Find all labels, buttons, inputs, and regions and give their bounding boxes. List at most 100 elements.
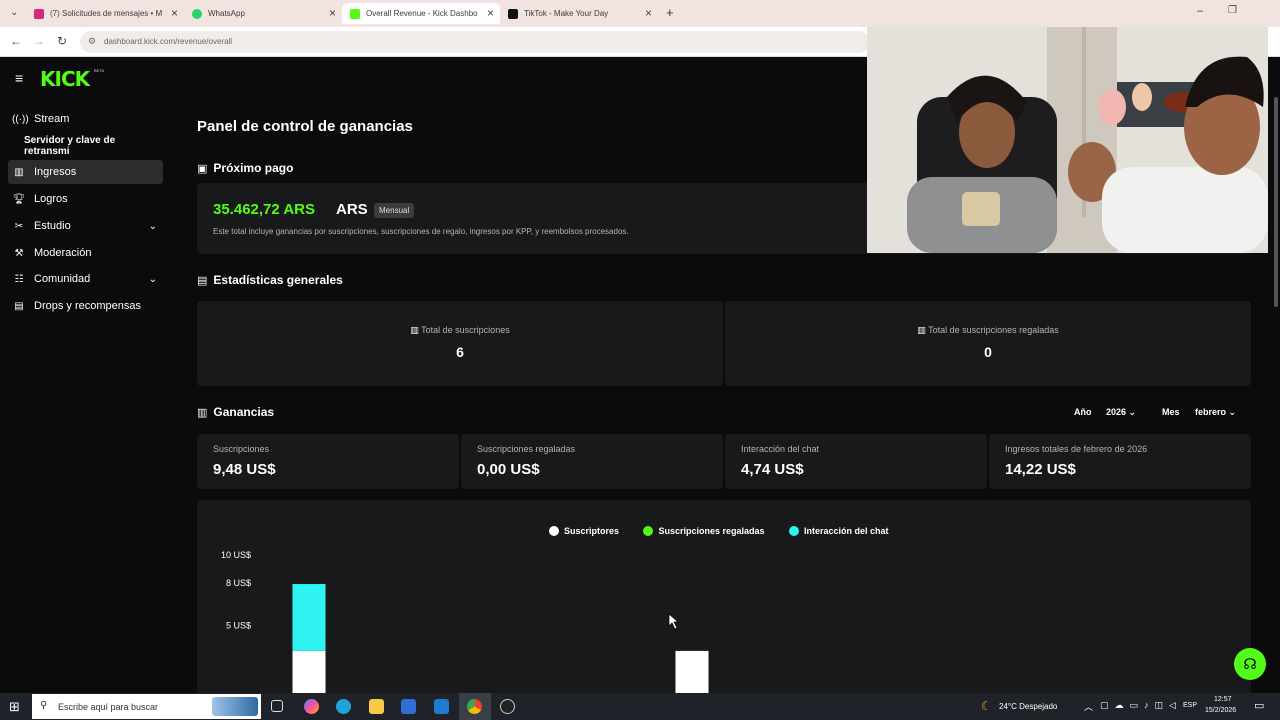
close-tab-icon[interactable]: × xyxy=(645,6,652,20)
close-tab-icon[interactable]: × xyxy=(329,6,336,20)
hammer-icon: ⚒ xyxy=(14,247,24,259)
clock-time[interactable]: 12:57 xyxy=(1214,696,1232,703)
chrome-icon[interactable] xyxy=(467,699,482,714)
gifted-subs-card: ▥ Total de suscripciones regaladas 0 xyxy=(725,301,1251,386)
window-restore-button[interactable]: ❐ xyxy=(1228,5,1237,16)
language-indicator[interactable]: ESP xyxy=(1183,702,1197,709)
kpi-chat-card: Interacción del chat 4,74 US$ xyxy=(725,434,987,489)
chevron-down-icon: ⌄ xyxy=(148,273,157,285)
page-scrollbar[interactable] xyxy=(1274,97,1278,307)
windows-start-icon[interactable]: ⊞ xyxy=(9,699,20,715)
chevron-down-icon: ⌄ xyxy=(1128,407,1137,417)
year-label: Año xyxy=(1074,407,1092,417)
kpi-label: Ingresos totales de febrero de 2026 xyxy=(1005,444,1148,454)
earnings-bar-chart: 10 US$ 8 US$ 5 US$ xyxy=(221,550,709,693)
close-tab-icon[interactable]: × xyxy=(487,6,494,20)
url-field[interactable]: ⚙ dashboard.kick.com/revenue/overall xyxy=(80,31,870,53)
page-title: Panel de control de ganancias xyxy=(197,118,413,135)
tray-chevron-icon[interactable]: ︿ xyxy=(1084,700,1093,713)
community-icon: ☷ xyxy=(14,273,24,285)
forward-icon[interactable]: → xyxy=(33,34,45,48)
site-info-icon[interactable]: ⚙ xyxy=(88,36,96,47)
window-minimize-button[interactable]: – xyxy=(1197,5,1203,17)
webcam-overlay xyxy=(867,27,1268,253)
sidebar: ((·)) Stream Servidor y clave de retrans… xyxy=(0,57,175,693)
y-tick-label: 8 US$ xyxy=(226,578,251,588)
taskbar-search-field[interactable]: ⚲ Escribe aquí para buscar xyxy=(32,694,261,719)
total-subs-label: ▥ Total de suscripciones xyxy=(410,325,510,335)
new-tab-button[interactable]: + xyxy=(666,5,674,20)
year-select[interactable]: 2026 ⌄ xyxy=(1106,407,1136,418)
instagram-icon xyxy=(34,8,44,19)
browser-tab-bar: ⌄ (7) Solicitudes de mensajes • M × What… xyxy=(0,0,1280,27)
gifted-subs-label: ▥ Total de suscripciones regaladas xyxy=(917,325,1059,335)
kpi-label: Suscripciones regaladas xyxy=(477,444,576,454)
recording-app-icon[interactable] xyxy=(500,699,515,714)
total-subs-value: 6 xyxy=(456,344,464,360)
bar-subscribers[interactable] xyxy=(292,650,326,693)
broadcast-icon: ((·)) xyxy=(12,113,29,125)
kpi-label: Interacción del chat xyxy=(741,444,820,454)
tiktok-icon xyxy=(508,8,518,19)
next-payment-currency: ARS xyxy=(336,201,368,218)
close-tab-icon[interactable]: × xyxy=(171,6,178,20)
sidebar-item-moderation[interactable]: ⚒ Moderación xyxy=(8,241,163,265)
weather-text[interactable]: 24°C Despejado xyxy=(999,702,1057,711)
next-payment-note: Este total incluye ganancias por suscrip… xyxy=(213,227,629,236)
earnings-chart-card: Suscriptores Suscripciones regaladas Int… xyxy=(197,500,1251,693)
next-payment-amount: 35.462,72 ARS xyxy=(213,201,316,218)
wallet-icon: ▣ xyxy=(197,162,208,175)
sidebar-item-studio[interactable]: ✂ Estudio ⌄ xyxy=(8,214,163,238)
sidebar-item-community[interactable]: ☷ Comunidad ⌄ xyxy=(8,267,163,291)
chevron-down-icon: ⌄ xyxy=(1228,407,1237,417)
search-icon: ⚲ xyxy=(40,700,48,711)
sidebar-item-stream-key[interactable]: Servidor y clave de retransmi xyxy=(8,134,163,158)
kpi-value: 9,48 US$ xyxy=(213,461,276,478)
sidebar-item-achievements[interactable]: 🏆︎ Logros xyxy=(8,187,163,211)
kpi-label: Suscripciones xyxy=(213,444,270,454)
month-select[interactable]: febrero ⌄ xyxy=(1195,407,1236,418)
sidebar-item-drops[interactable]: ▤ Drops y recompensas xyxy=(8,294,163,318)
edge-icon[interactable] xyxy=(336,699,351,714)
total-subs-card: ▥ Total de suscripciones 6 xyxy=(197,301,723,386)
gifted-subs-value: 0 xyxy=(984,344,992,360)
reload-icon[interactable]: ↻ xyxy=(57,34,67,48)
tools-icon: ✂ xyxy=(14,220,24,232)
browser-tab-tiktok[interactable]: TikTok - Make Your Day × xyxy=(500,3,658,24)
kpi-subscriptions-card: Suscripciones 9,48 US$ xyxy=(197,434,459,489)
chart-icon: ▥ xyxy=(410,325,419,335)
windows-taskbar: ⊞ ⚲ Escribe aquí para buscar ☾ 24°C Desp… xyxy=(0,693,1280,720)
kpi-value: 0,00 US$ xyxy=(477,461,540,478)
task-view-icon[interactable] xyxy=(271,700,283,712)
whatsapp-icon xyxy=(192,8,202,19)
tab-search-icon[interactable]: ⌄ xyxy=(10,7,18,18)
bar-subscribers[interactable] xyxy=(675,650,709,693)
back-icon[interactable]: ← xyxy=(10,34,22,48)
general-stats-heading: ▤ Estadísticas generales xyxy=(197,273,343,287)
chart-icon: ▥ xyxy=(197,406,208,419)
kick-favicon-icon xyxy=(350,8,360,19)
sidebar-item-stream[interactable]: ((·)) Stream xyxy=(8,107,163,131)
y-tick-label: 5 US$ xyxy=(226,621,251,631)
browser-tab-whatsapp[interactable]: WhatsApp × xyxy=(184,3,342,24)
clock-date[interactable]: 15/2/2026 xyxy=(1205,707,1236,714)
y-tick-label: 10 US$ xyxy=(221,550,251,560)
store-icon[interactable] xyxy=(401,699,416,714)
support-chat-button[interactable]: ☊ xyxy=(1234,648,1266,680)
browser-tab-instagram[interactable]: (7) Solicitudes de mensajes • M × xyxy=(26,3,184,24)
outlook-icon[interactable] xyxy=(434,699,449,714)
sidebar-item-revenue[interactable]: ▥ Ingresos xyxy=(8,160,163,184)
stats-icon: ▤ xyxy=(197,274,208,287)
browser-tab-kick[interactable]: Overall Revenue - Kick Dashbo × xyxy=(342,3,500,24)
chart-icon: ▥ xyxy=(917,325,926,335)
chart-icon: ▥ xyxy=(14,166,24,178)
file-explorer-icon[interactable] xyxy=(369,699,384,714)
earnings-heading: ▥ Ganancias xyxy=(197,405,275,419)
weather-icon: ☾ xyxy=(981,699,992,713)
bar-chat[interactable] xyxy=(292,584,326,651)
notifications-icon[interactable]: ▭ xyxy=(1254,699,1264,712)
mouse-cursor-icon xyxy=(668,613,679,630)
copilot-icon[interactable] xyxy=(304,699,319,714)
tray-icons[interactable]: ▢☁▭♪◫◁ xyxy=(1100,700,1182,711)
headset-icon: ☊ xyxy=(1243,656,1257,673)
